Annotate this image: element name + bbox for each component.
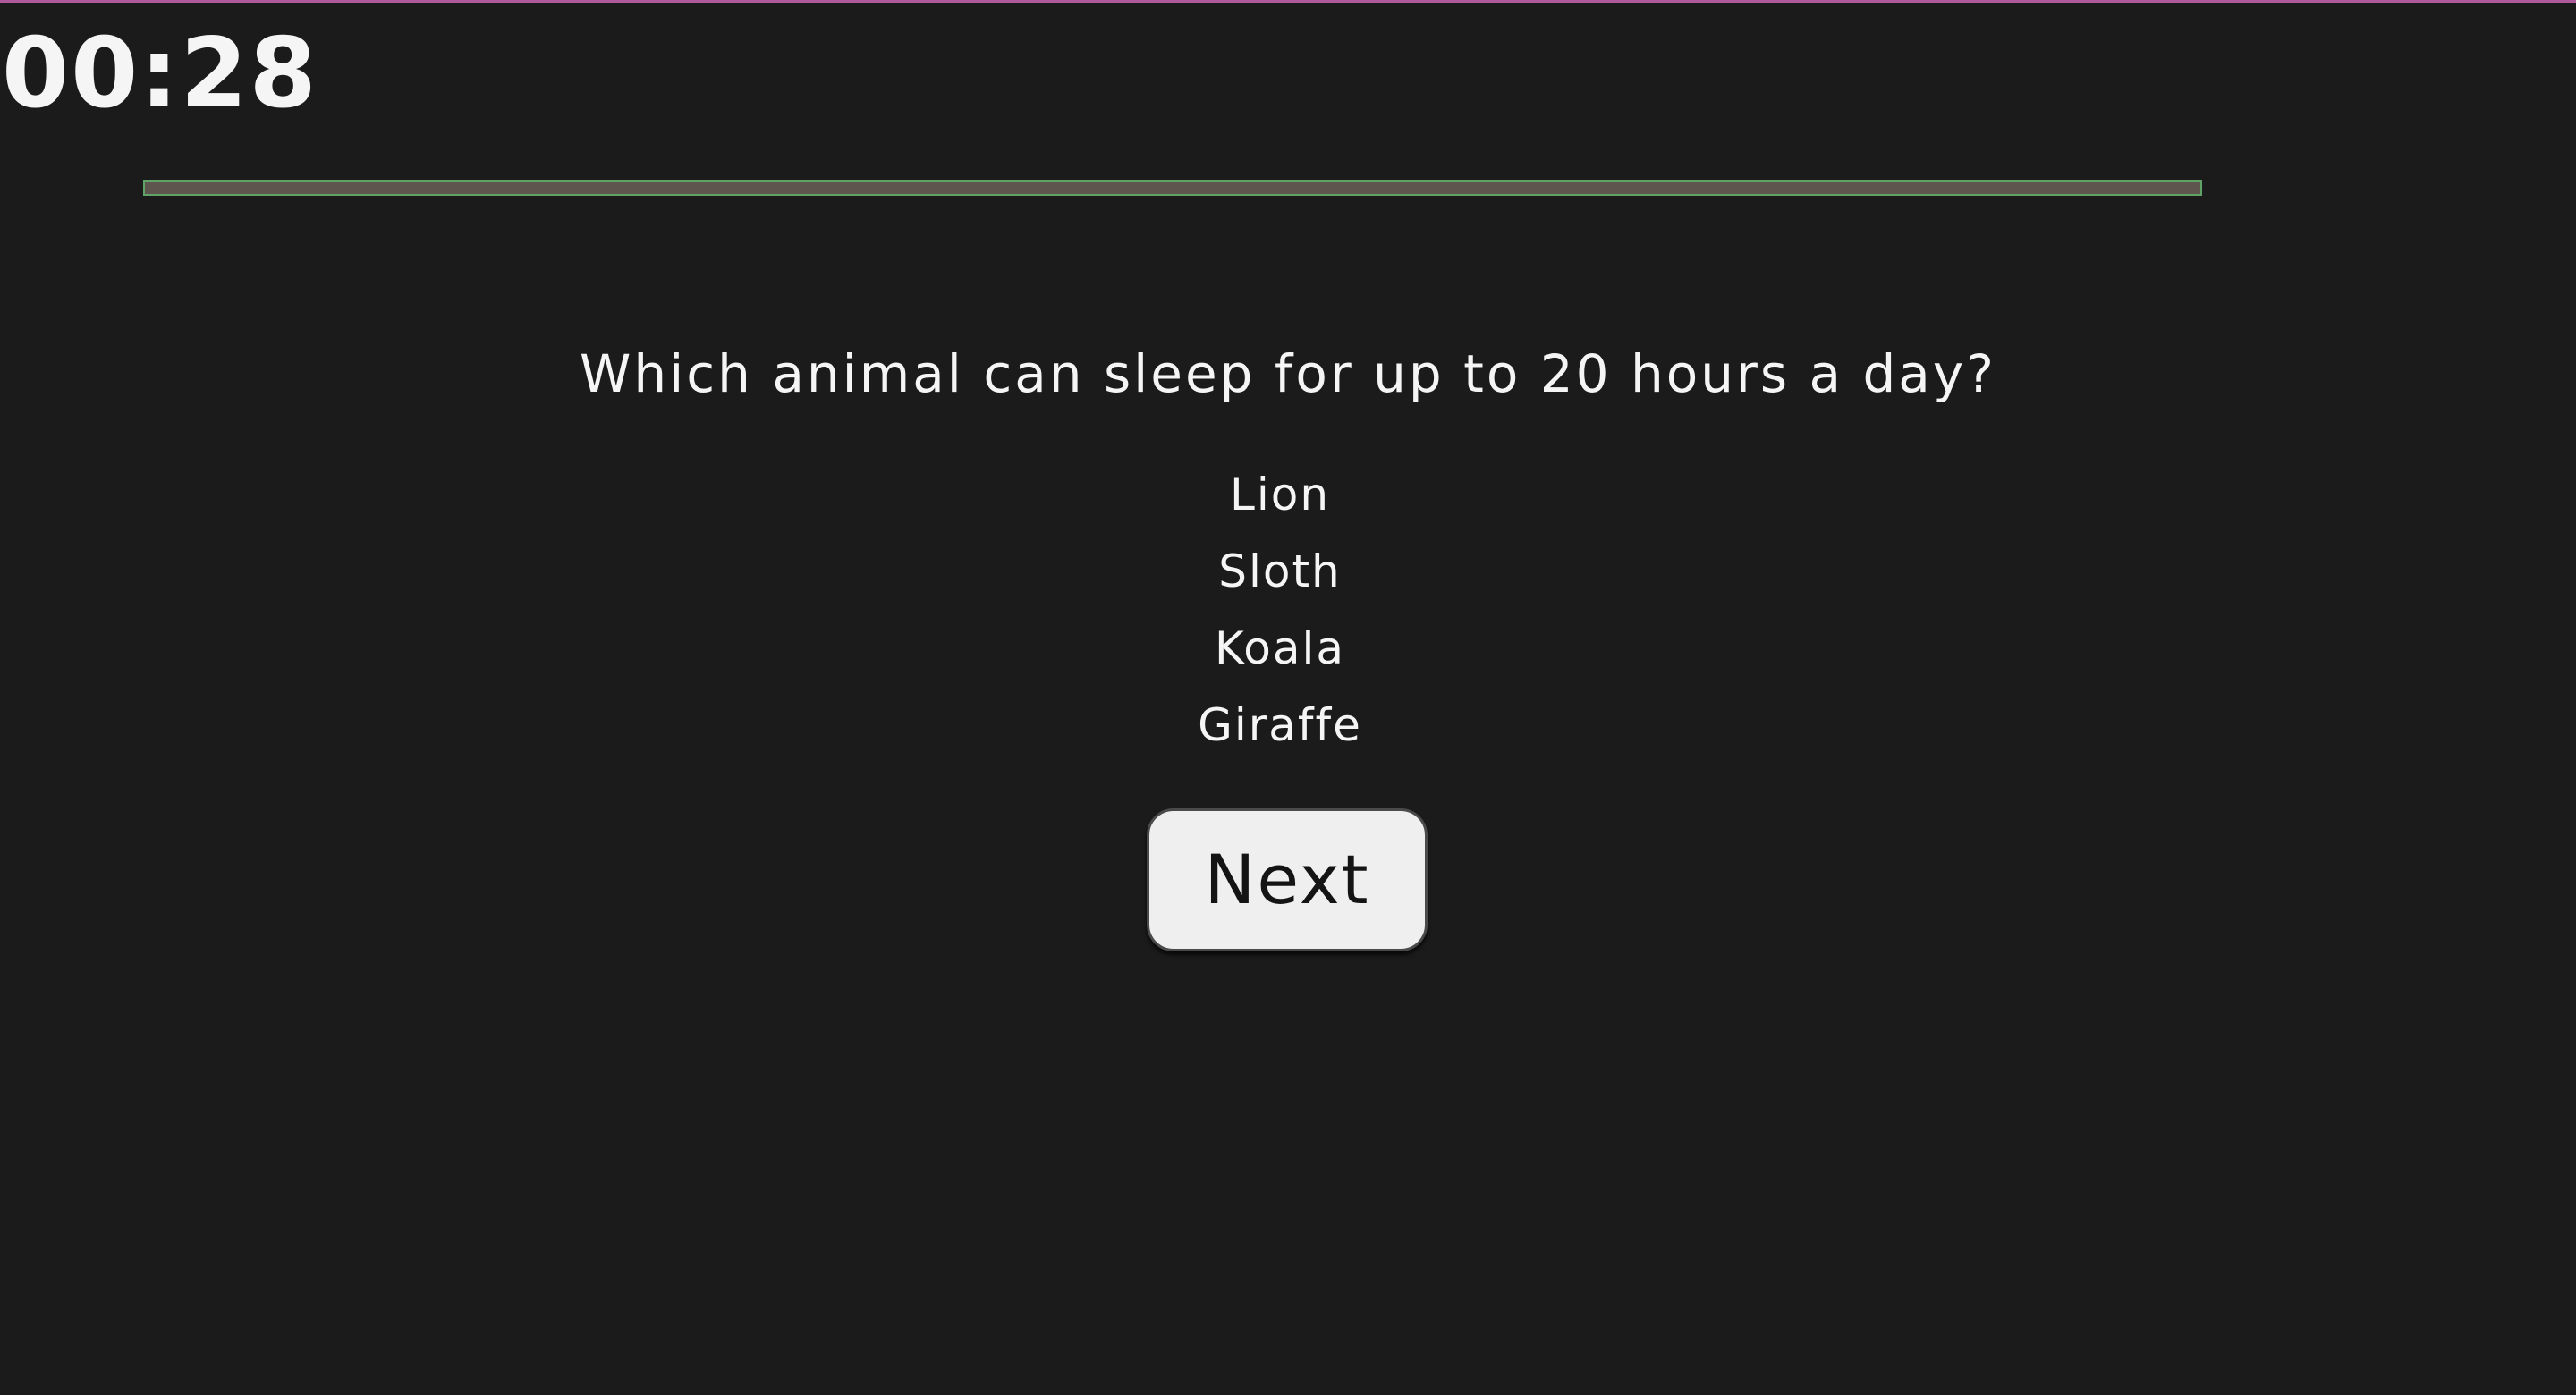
progress-bar bbox=[143, 180, 2202, 196]
answer-options: Lion Sloth Koala Giraffe bbox=[0, 456, 2576, 764]
answer-option-koala[interactable]: Koala bbox=[1101, 610, 1459, 687]
answer-option-lion[interactable]: Lion bbox=[1101, 456, 1459, 533]
answer-option-sloth[interactable]: Sloth bbox=[1101, 533, 1459, 610]
question-text: Which animal can sleep for up to 20 hour… bbox=[580, 343, 1996, 404]
top-border bbox=[0, 0, 2576, 3]
next-button[interactable]: Next bbox=[1147, 808, 1428, 951]
countdown-timer: 00:28 bbox=[2, 18, 318, 130]
answer-option-giraffe[interactable]: Giraffe bbox=[1101, 687, 1459, 764]
